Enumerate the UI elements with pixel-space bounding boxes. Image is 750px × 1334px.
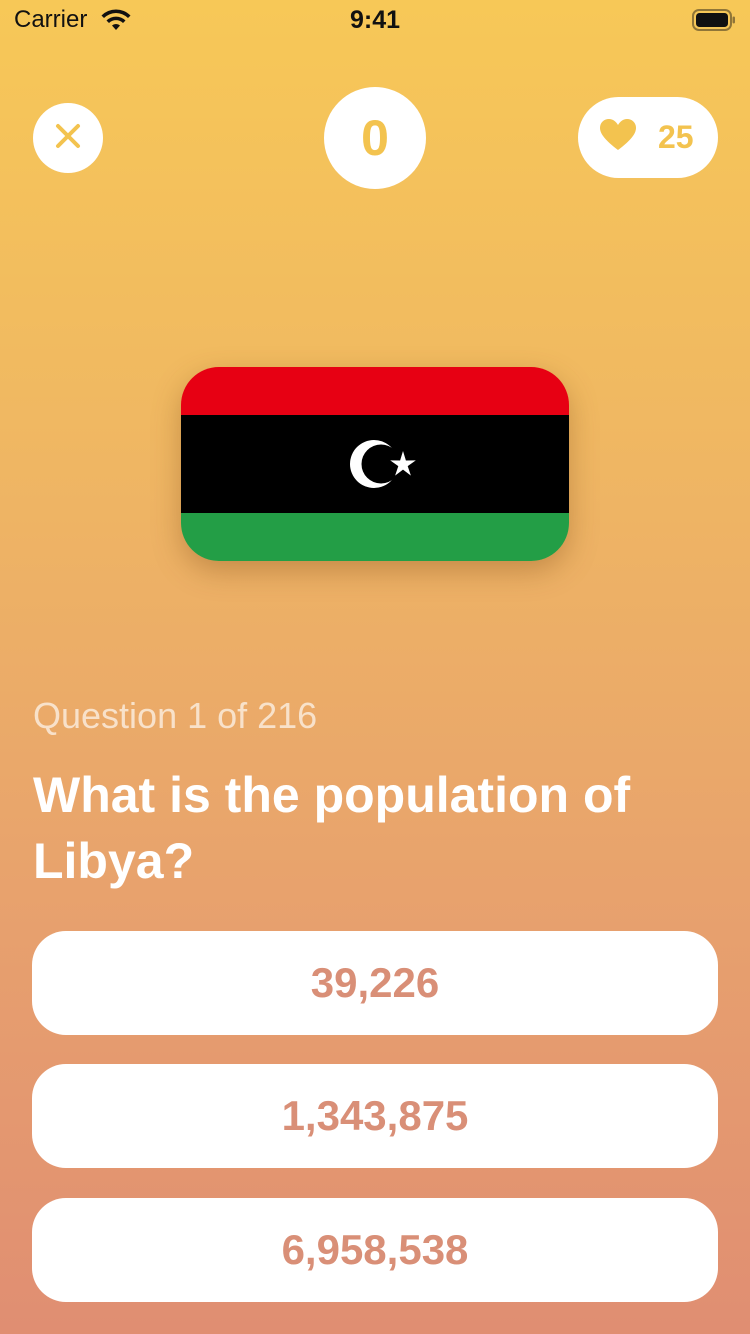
flag-stripe-black xyxy=(181,415,569,513)
answer-button[interactable]: 6,958,538 xyxy=(32,1198,718,1302)
crescent-star-icon xyxy=(349,437,421,491)
close-icon xyxy=(53,121,83,156)
flag-image xyxy=(181,367,569,561)
status-time: 9:41 xyxy=(349,6,401,34)
flag-stripe-red xyxy=(181,367,569,415)
status-bar: Carrier 9:41 xyxy=(0,0,750,40)
score-counter: 0 xyxy=(324,87,426,189)
question-text: What is the population of Libya? xyxy=(33,767,631,889)
close-button[interactable] xyxy=(33,103,103,173)
lives-count: 25 xyxy=(658,119,694,155)
heart-icon xyxy=(600,119,636,156)
answer-button[interactable]: 1,343,875 xyxy=(32,1064,718,1168)
question-counter: Question 1 of 216 xyxy=(33,695,318,736)
flag-stripe-green xyxy=(181,513,569,561)
battery-icon xyxy=(692,9,736,31)
answer-button[interactable]: 39,226 xyxy=(32,931,718,1035)
lives-indicator: 25 xyxy=(578,97,718,178)
